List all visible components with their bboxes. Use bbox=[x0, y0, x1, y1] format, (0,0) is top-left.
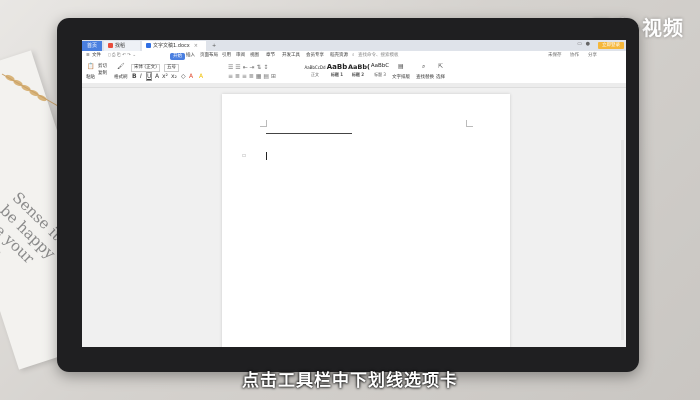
style-heading-2-label: 标题 2 bbox=[351, 72, 365, 77]
tab-home[interactable]: 首页 bbox=[82, 41, 102, 51]
find-replace-button[interactable]: 查找替换 bbox=[416, 75, 434, 81]
underline-button[interactable]: U bbox=[145, 72, 153, 81]
format-painter-icon[interactable]: 🖌 bbox=[117, 63, 125, 70]
tab-document[interactable]: 文字文稿1.docx × bbox=[142, 41, 206, 51]
login-button[interactable]: 立即登录 bbox=[598, 42, 624, 49]
style-heading-3-label: 标题 3 bbox=[374, 72, 386, 77]
list-bullets-icon[interactable]: ☰ ☰ ⇤ ⇥ ⇅ ↕ bbox=[228, 64, 268, 71]
bold-button[interactable]: B bbox=[132, 73, 137, 80]
alignment-icons[interactable]: ≡ ≣ ≡ ≣ ▦ ▤ ⊞ bbox=[228, 73, 276, 80]
document-icon bbox=[146, 43, 151, 48]
menu-page-layout[interactable]: 页面布局 bbox=[200, 51, 218, 61]
style-heading-3-preview: AaBbC bbox=[370, 63, 390, 69]
font-size-select[interactable]: 五号 bbox=[164, 64, 179, 72]
avatar-icon[interactable]: ● bbox=[586, 41, 590, 47]
strikethrough-button[interactable]: A bbox=[155, 73, 159, 80]
style-normal-label: 正文 bbox=[311, 72, 319, 77]
find-replace-icon[interactable]: ⌕ bbox=[422, 63, 425, 70]
tab-docer-label: 找稻 bbox=[115, 43, 126, 49]
style-heading-3[interactable]: AaBbC 标题 3 bbox=[369, 63, 391, 79]
clear-format-button[interactable]: ◇ bbox=[181, 73, 186, 80]
ribbon-toolbar: 📋 粘贴 剪切 复制 🖌 格式刷 宋体 (正文) 五号 B I U A x² x… bbox=[82, 61, 626, 84]
tab-docer[interactable]: 找稻 bbox=[104, 41, 140, 51]
menu-developer[interactable]: 开发工具 bbox=[282, 51, 300, 61]
wheat-decoration bbox=[1, 73, 59, 107]
menu-insert[interactable]: 插入 bbox=[186, 51, 195, 61]
tab-document-label: 文字文稿1.docx bbox=[153, 43, 190, 49]
subscript-button[interactable]: x₂ bbox=[171, 73, 177, 80]
style-heading-1-preview: AaBb bbox=[326, 63, 348, 71]
search-icon: ⌕ bbox=[352, 53, 355, 58]
wps-window: 首页 找稻 文字文稿1.docx × + ▭ ● 立即登录 ≡ 文件 ▯ ⎙ ⎗ … bbox=[82, 40, 626, 347]
window-layout-icon[interactable]: ▭ bbox=[577, 41, 582, 47]
paste-icon[interactable]: 📋 bbox=[87, 63, 94, 70]
menu-view[interactable]: 视图 bbox=[250, 51, 259, 61]
hamburger-icon[interactable]: ≡ bbox=[86, 51, 90, 61]
copy-button[interactable]: 复制 bbox=[98, 71, 107, 77]
add-tab-button[interactable]: + bbox=[208, 41, 218, 51]
command-search[interactable]: 查找命令、搜索模板 bbox=[358, 51, 399, 61]
style-heading-2-preview: AaBb( bbox=[348, 63, 370, 71]
highlight-button[interactable]: A bbox=[199, 73, 203, 80]
close-tab-icon[interactable]: × bbox=[194, 43, 198, 49]
menu-file[interactable]: 文件 bbox=[92, 51, 101, 61]
style-heading-1-label: 标题 1 bbox=[330, 72, 344, 77]
text-tools-icon[interactable]: ▤ bbox=[398, 63, 404, 70]
select-icon[interactable]: ⇱ bbox=[438, 63, 443, 70]
style-normal-preview: AaBbCcDd bbox=[304, 65, 326, 70]
text-tools-button[interactable]: 文字排版 bbox=[392, 75, 410, 81]
unsaved-status: 未保存 bbox=[548, 53, 562, 58]
cut-button[interactable]: 剪切 bbox=[98, 64, 107, 70]
style-heading-2[interactable]: AaBb( 标题 2 bbox=[348, 63, 370, 79]
vertical-scrollbar[interactable] bbox=[621, 140, 624, 340]
paragraph-handle-icon[interactable]: ▫ bbox=[242, 152, 246, 159]
video-subtitle: 点击工具栏中下划线选项卡 bbox=[242, 371, 458, 391]
document-page[interactable]: ▫ bbox=[222, 94, 510, 347]
share-button[interactable]: 分享 bbox=[588, 51, 597, 61]
collaborate-button[interactable]: 协作 bbox=[570, 51, 579, 61]
style-heading-1[interactable]: AaBb 标题 1 bbox=[326, 63, 348, 79]
menu-review[interactable]: 审阅 bbox=[236, 51, 245, 61]
docer-icon bbox=[108, 43, 113, 48]
style-normal[interactable]: AaBbCcDd 正文 bbox=[304, 63, 326, 79]
italic-button[interactable]: I bbox=[140, 73, 142, 80]
crop-mark-top-right bbox=[466, 120, 473, 127]
font-name-select[interactable]: 宋体 (正文) bbox=[131, 64, 160, 72]
crop-mark-top-left bbox=[260, 120, 267, 127]
title-bar: 首页 找稻 文字文稿1.docx × + ▭ ● 立即登录 bbox=[82, 40, 626, 51]
menu-references[interactable]: 引用 bbox=[222, 51, 231, 61]
superscript-button[interactable]: x² bbox=[162, 73, 168, 80]
format-painter-button[interactable]: 格式刷 bbox=[114, 75, 128, 81]
select-button[interactable]: 选择 bbox=[436, 75, 445, 81]
menu-chapter[interactable]: 章节 bbox=[266, 51, 275, 61]
menu-member[interactable]: 会员专享 bbox=[306, 51, 324, 61]
font-color-button[interactable]: A bbox=[189, 73, 193, 80]
text-cursor bbox=[266, 152, 267, 160]
menu-start[interactable]: 开始 bbox=[170, 52, 185, 60]
quick-access-icons[interactable]: ▯ ⎙ ⎗ ↶ ↷ ⌄ bbox=[108, 51, 136, 61]
document-area: ▫ bbox=[82, 88, 626, 347]
paste-button[interactable]: 粘贴 bbox=[86, 75, 95, 81]
underlined-blank-line bbox=[266, 133, 352, 134]
menu-docer-resources[interactable]: 稻壳资源 bbox=[330, 51, 348, 61]
